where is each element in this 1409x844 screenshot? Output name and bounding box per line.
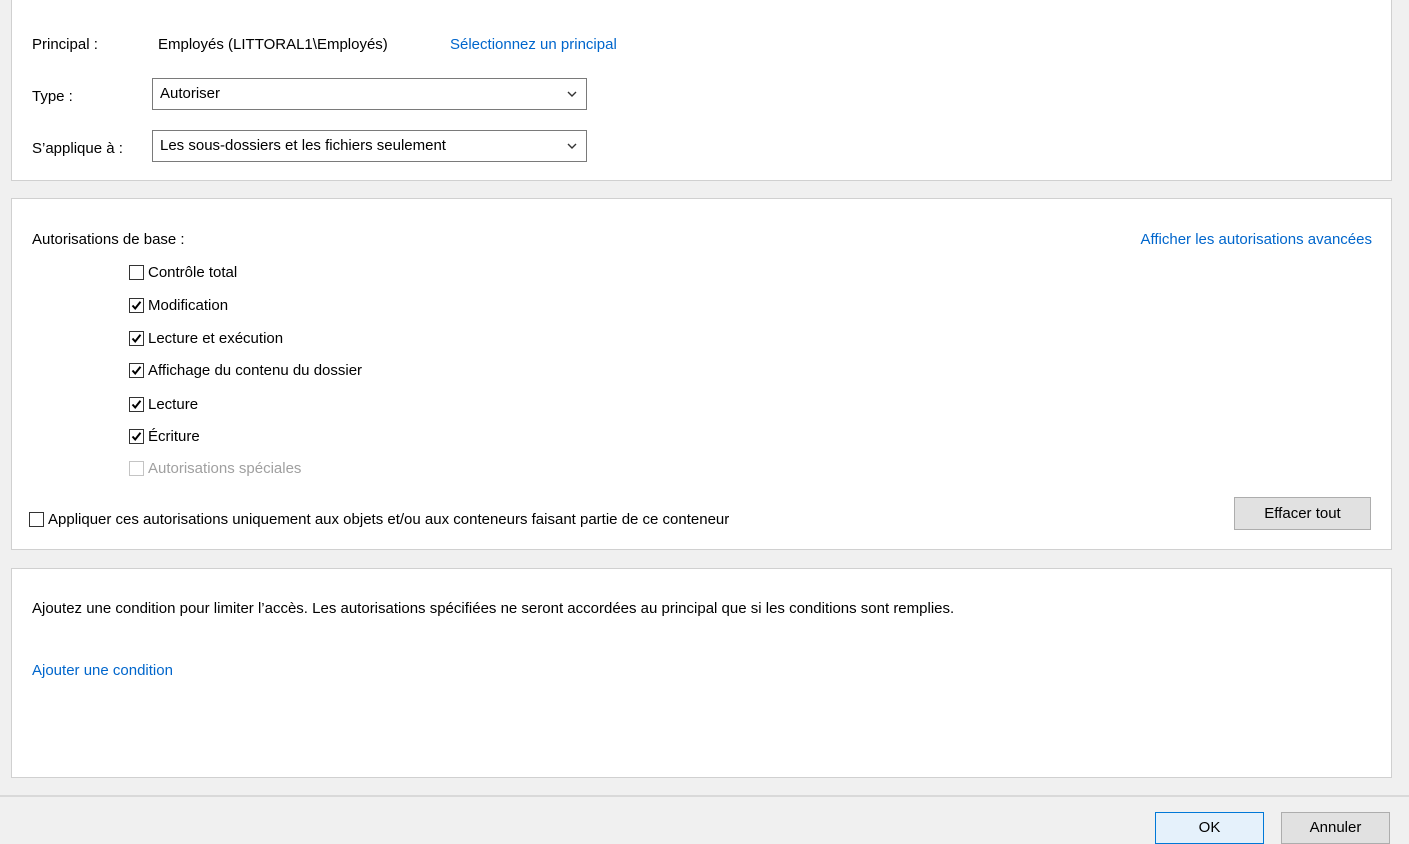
basic-permissions-title: Autorisations de base : <box>32 231 185 248</box>
permission-read[interactable]: Lecture <box>129 393 198 415</box>
checkbox[interactable] <box>129 362 144 378</box>
checkbox[interactable] <box>129 428 144 444</box>
checkmark-icon <box>131 365 142 375</box>
footer-divider <box>0 795 1409 797</box>
apply-only-label: Appliquer ces autorisations uniquement a… <box>48 510 730 528</box>
conditions-panel: Ajoutez une condition pour limiter l’acc… <box>11 568 1392 778</box>
ok-button[interactable]: OK <box>1155 812 1264 844</box>
checkmark-icon <box>131 300 142 310</box>
apply-only-checkbox-row[interactable]: Appliquer ces autorisations uniquement a… <box>29 508 729 530</box>
conditions-description: Ajoutez une condition pour limiter l’acc… <box>32 600 955 617</box>
permission-label: Autorisations spéciales <box>148 459 302 477</box>
permission-label: Lecture <box>148 395 199 413</box>
permission-label: Écriture <box>148 427 200 445</box>
permission-special: Autorisations spéciales <box>129 457 301 479</box>
checkbox[interactable] <box>129 297 144 313</box>
principal-label: Principal : <box>32 36 98 53</box>
checkmark-icon <box>131 399 142 409</box>
permission-label: Contrôle total <box>148 263 238 281</box>
permission-full-control[interactable]: Contrôle total <box>129 261 237 283</box>
type-label: Type : <box>32 88 73 105</box>
checkmark-icon <box>131 333 142 343</box>
permission-write[interactable]: Écriture <box>129 425 200 447</box>
checkbox[interactable] <box>29 511 44 527</box>
permission-list-folder[interactable]: Affichage du contenu du dossier <box>129 359 362 381</box>
permission-modify[interactable]: Modification <box>129 294 228 316</box>
type-dropdown-value: Autoriser <box>160 85 221 102</box>
checkbox <box>129 460 144 476</box>
permission-read-execute[interactable]: Lecture et exécution <box>129 327 283 349</box>
checkbox[interactable] <box>129 330 144 346</box>
applies-to-dropdown-value: Les sous-dossiers et les fichiers seulem… <box>160 137 446 154</box>
permission-label: Modification <box>148 296 229 314</box>
permission-label: Affichage du contenu du dossier <box>148 361 363 379</box>
clear-all-label: Effacer tout <box>1264 505 1341 522</box>
chevron-down-icon <box>567 143 577 149</box>
applies-to-label: S’applique à : <box>32 140 123 157</box>
checkbox[interactable] <box>129 264 144 280</box>
clear-all-button[interactable]: Effacer tout <box>1234 497 1371 530</box>
checkmark-icon <box>131 431 142 441</box>
principal-panel: Principal : Employés (LITTORAL1\Employés… <box>11 0 1392 181</box>
advanced-permissions-link[interactable]: Afficher les autorisations avancées <box>1140 231 1372 248</box>
checkbox[interactable] <box>129 396 144 412</box>
type-dropdown[interactable]: Autoriser <box>152 78 587 110</box>
cancel-button[interactable]: Annuler <box>1281 812 1390 844</box>
select-principal-link[interactable]: Sélectionnez un principal <box>450 36 617 53</box>
applies-to-dropdown[interactable]: Les sous-dossiers et les fichiers seulem… <box>152 130 587 162</box>
add-condition-link[interactable]: Ajouter une condition <box>32 662 173 679</box>
permission-label: Lecture et exécution <box>148 329 284 347</box>
chevron-down-icon <box>567 91 577 97</box>
permissions-panel: Autorisations de base : Afficher les aut… <box>11 198 1392 550</box>
principal-value: Employés (LITTORAL1\Employés) <box>158 36 388 53</box>
